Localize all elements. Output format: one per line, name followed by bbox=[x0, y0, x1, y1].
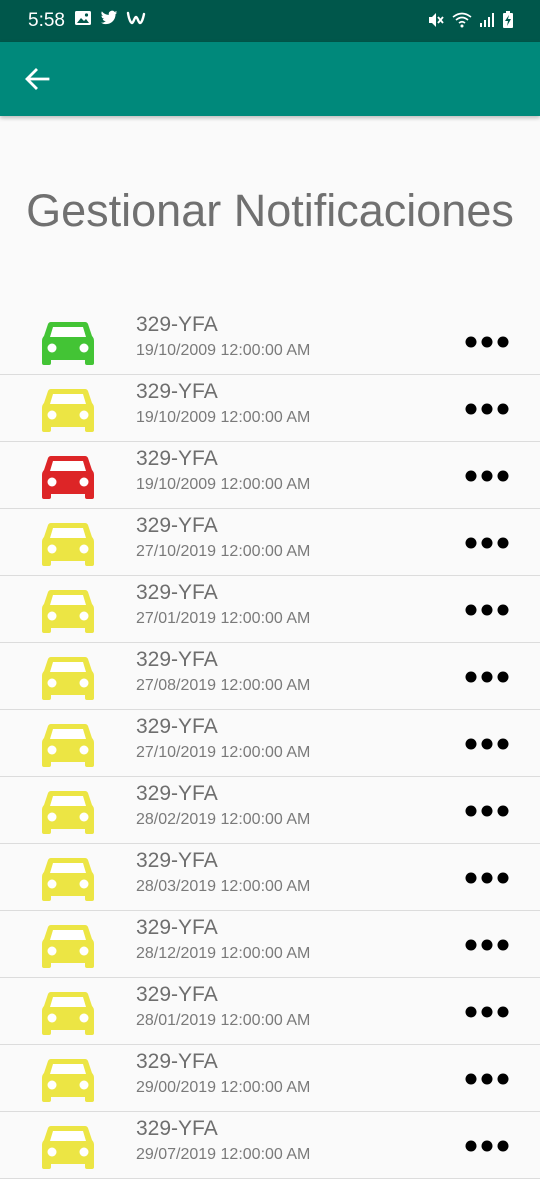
vehicle-plate: 329-YFA bbox=[136, 581, 218, 604]
notification-row[interactable]: 329-YFA 27/10/2019 12:00:00 AM bbox=[0, 710, 540, 777]
notification-date: 27/10/2019 12:00:00 AM bbox=[136, 543, 311, 560]
notification-row[interactable]: 329-YFA 28/02/2019 12:00:00 AM bbox=[0, 777, 540, 844]
vehicle-plate: 329-YFA bbox=[136, 849, 218, 872]
more-options-icon[interactable] bbox=[462, 1069, 512, 1089]
status-system-icons bbox=[427, 11, 514, 29]
more-options-icon[interactable] bbox=[462, 399, 512, 419]
notification-row[interactable]: 329-YFA 29/00/2019 12:00:00 AM bbox=[0, 1045, 540, 1112]
car-icon bbox=[42, 1059, 94, 1102]
car-icon bbox=[42, 590, 94, 633]
car-icon bbox=[42, 992, 94, 1035]
status-notification-icons bbox=[74, 10, 146, 26]
vehicle-plate: 329-YFA bbox=[136, 313, 218, 336]
battery-charging-icon bbox=[503, 11, 513, 28]
car-icon bbox=[42, 657, 94, 700]
car-icon bbox=[42, 456, 94, 499]
notification-date: 28/03/2019 12:00:00 AM bbox=[136, 878, 311, 895]
car-icon bbox=[42, 858, 94, 901]
more-options-icon[interactable] bbox=[462, 1136, 512, 1156]
vehicle-plate: 329-YFA bbox=[136, 983, 218, 1006]
notification-date: 28/02/2019 12:00:00 AM bbox=[136, 811, 311, 828]
page-title: Gestionar Notificaciones bbox=[26, 185, 514, 236]
car-icon bbox=[42, 925, 94, 968]
notification-date: 29/07/2019 12:00:00 AM bbox=[136, 1146, 311, 1163]
notification-row[interactable]: 329-YFA 27/10/2019 12:00:00 AM bbox=[0, 509, 540, 576]
notification-row[interactable]: 329-YFA 28/01/2019 12:00:00 AM bbox=[0, 978, 540, 1045]
notification-row[interactable]: 329-YFA 27/08/2019 12:00:00 AM bbox=[0, 643, 540, 710]
app-bar bbox=[0, 42, 540, 116]
vehicle-plate: 329-YFA bbox=[136, 1050, 218, 1073]
notification-date: 27/01/2019 12:00:00 AM bbox=[136, 610, 311, 627]
vehicle-plate: 329-YFA bbox=[136, 782, 218, 805]
car-icon bbox=[42, 791, 94, 834]
more-options-icon[interactable] bbox=[462, 667, 512, 687]
vehicle-plate: 329-YFA bbox=[136, 916, 218, 939]
more-options-icon[interactable] bbox=[462, 533, 512, 553]
notification-date: 29/00/2019 12:00:00 AM bbox=[136, 1079, 311, 1096]
notification-row[interactable]: 329-YFA 29/07/2019 12:00:00 AM bbox=[0, 1112, 540, 1179]
notification-row[interactable]: 329-YFA 28/12/2019 12:00:00 AM bbox=[0, 911, 540, 978]
more-options-icon[interactable] bbox=[462, 868, 512, 888]
arrow-back-icon[interactable] bbox=[22, 64, 52, 94]
signal-icon bbox=[480, 13, 494, 27]
more-options-icon[interactable] bbox=[462, 801, 512, 821]
notification-date: 28/12/2019 12:00:00 AM bbox=[136, 945, 311, 962]
more-options-icon[interactable] bbox=[462, 466, 512, 486]
more-options-icon[interactable] bbox=[462, 1002, 512, 1022]
car-icon bbox=[42, 322, 94, 365]
notification-row[interactable]: 329-YFA 19/10/2009 12:00:00 AM bbox=[0, 308, 540, 375]
car-icon bbox=[42, 389, 94, 432]
more-options-icon[interactable] bbox=[462, 332, 512, 352]
vehicle-plate: 329-YFA bbox=[136, 514, 218, 537]
notification-date: 28/01/2019 12:00:00 AM bbox=[136, 1012, 311, 1029]
notification-date: 19/10/2009 12:00:00 AM bbox=[136, 342, 311, 359]
vehicle-plate: 329-YFA bbox=[136, 380, 218, 403]
mute-icon bbox=[429, 13, 444, 27]
notification-date: 19/10/2009 12:00:00 AM bbox=[136, 476, 311, 493]
image-icon bbox=[75, 11, 91, 25]
status-bar: 5:58 bbox=[0, 0, 540, 42]
notification-row[interactable]: 329-YFA 27/01/2019 12:00:00 AM bbox=[0, 576, 540, 643]
more-options-icon[interactable] bbox=[462, 734, 512, 754]
status-time: 5:58 bbox=[28, 10, 65, 31]
vehicle-plate: 329-YFA bbox=[136, 715, 218, 738]
car-icon bbox=[42, 523, 94, 566]
vehicle-plate: 329-YFA bbox=[136, 648, 218, 671]
notification-list: 329-YFA 19/10/2009 12:00:00 AM 329-YFA 1… bbox=[0, 308, 540, 1179]
wifi-icon bbox=[452, 12, 472, 28]
car-icon bbox=[42, 724, 94, 767]
vehicle-plate: 329-YFA bbox=[136, 1117, 218, 1140]
twitter-icon bbox=[100, 10, 118, 25]
notification-row[interactable]: 329-YFA 19/10/2009 12:00:00 AM bbox=[0, 375, 540, 442]
notification-date: 19/10/2009 12:00:00 AM bbox=[136, 409, 311, 426]
notification-date: 27/08/2019 12:00:00 AM bbox=[136, 677, 311, 694]
more-options-icon[interactable] bbox=[462, 935, 512, 955]
notification-date: 27/10/2019 12:00:00 AM bbox=[136, 744, 311, 761]
vehicle-plate: 329-YFA bbox=[136, 447, 218, 470]
notification-row[interactable]: 329-YFA 19/10/2009 12:00:00 AM bbox=[0, 442, 540, 509]
car-icon bbox=[42, 1126, 94, 1169]
more-options-icon[interactable] bbox=[462, 600, 512, 620]
app-w-icon bbox=[126, 11, 146, 25]
notification-row[interactable]: 329-YFA 28/03/2019 12:00:00 AM bbox=[0, 844, 540, 911]
